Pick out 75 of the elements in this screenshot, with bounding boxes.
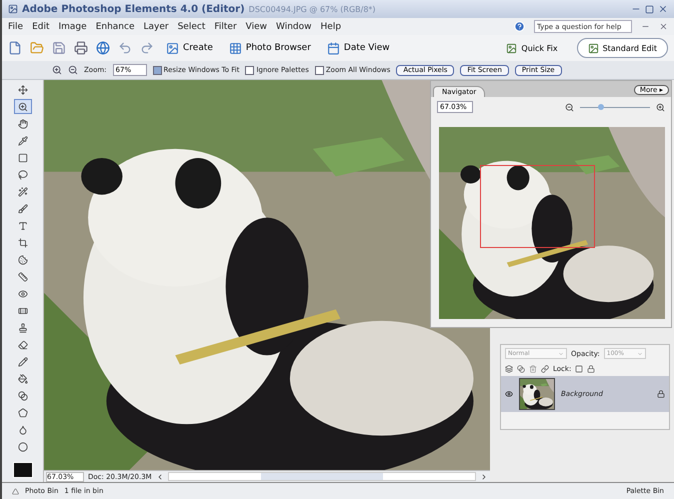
dropdown-icon bbox=[558, 350, 564, 356]
calendar-icon bbox=[326, 42, 340, 54]
lock-checkbox-icon[interactable] bbox=[575, 365, 584, 373]
crop-icon bbox=[18, 238, 28, 248]
circle-icon bbox=[18, 442, 28, 452]
lock-icon bbox=[657, 390, 665, 398]
circles-icon bbox=[18, 390, 28, 400]
ruler-icon bbox=[18, 272, 28, 282]
zoom-out-icon[interactable] bbox=[68, 65, 78, 75]
mode-tab[interactable]: Quick Fix bbox=[495, 38, 569, 58]
eye-icon bbox=[18, 288, 28, 298]
dropdown-icon bbox=[636, 350, 643, 356]
stamp-icon bbox=[18, 322, 28, 332]
paint-bucket-icon bbox=[18, 374, 28, 384]
document-title: DSC00494.JPG @ 67% (RGB/8*) bbox=[248, 4, 376, 14]
lasso-icon bbox=[18, 170, 28, 180]
toolbar-button[interactable]: Date View bbox=[322, 42, 394, 54]
undo-icon[interactable] bbox=[118, 41, 132, 55]
printer-icon[interactable] bbox=[74, 41, 88, 55]
pencil-icon bbox=[18, 356, 28, 366]
mode-tab[interactable]: Standard Edit bbox=[576, 38, 668, 58]
link-icon[interactable] bbox=[541, 365, 549, 373]
window-title: Adobe Photoshop Elements 4.0 (Editor) bbox=[22, 4, 245, 14]
square-icon bbox=[18, 152, 28, 162]
menu-item[interactable]: File bbox=[8, 22, 24, 32]
help-icon[interactable] bbox=[514, 21, 525, 32]
menu-item[interactable]: Layer bbox=[144, 22, 169, 32]
toolbar-button[interactable]: Create bbox=[162, 42, 217, 54]
text-icon bbox=[18, 220, 28, 230]
eyedropper-icon bbox=[18, 136, 28, 146]
menu-item[interactable]: Filter bbox=[214, 22, 237, 32]
zoom-icon bbox=[18, 102, 28, 112]
save-icon[interactable] bbox=[52, 41, 66, 55]
menu-item[interactable]: Enhance bbox=[96, 22, 134, 32]
menu-item[interactable]: View bbox=[246, 22, 268, 32]
zoom-out-icon[interactable] bbox=[565, 102, 574, 112]
zoom-in-icon[interactable] bbox=[52, 65, 62, 75]
droplet-icon bbox=[18, 424, 28, 434]
menu-item[interactable]: Image bbox=[58, 22, 87, 32]
globe-icon[interactable] bbox=[96, 41, 110, 55]
menu-item[interactable]: Help bbox=[320, 22, 342, 32]
scrollbar[interactable] bbox=[168, 472, 476, 481]
zoom-in-icon[interactable] bbox=[656, 102, 665, 112]
cookie-icon bbox=[18, 254, 28, 264]
close-icon[interactable] bbox=[658, 4, 668, 14]
tool-button[interactable] bbox=[14, 99, 32, 114]
expand-icon[interactable] bbox=[12, 488, 19, 494]
lock-icon[interactable] bbox=[587, 365, 596, 373]
app-icon bbox=[8, 4, 18, 14]
menu-item[interactable]: Edit bbox=[32, 22, 50, 32]
scroll-right-icon[interactable] bbox=[480, 472, 488, 480]
menu-item[interactable]: Window bbox=[276, 22, 312, 32]
brush-icon bbox=[18, 204, 28, 214]
hand-icon bbox=[18, 118, 28, 128]
wand-icon bbox=[18, 186, 28, 196]
new-file-icon[interactable] bbox=[8, 41, 22, 55]
menu-item[interactable]: Select bbox=[178, 22, 206, 32]
pentagon-icon bbox=[18, 408, 28, 418]
redo-icon[interactable] bbox=[140, 41, 154, 55]
view-rectangle[interactable] bbox=[480, 165, 595, 248]
move-arrows-icon bbox=[18, 84, 28, 94]
picture-frame-icon bbox=[166, 42, 179, 54]
eraser-icon bbox=[18, 340, 28, 350]
eye-icon[interactable] bbox=[505, 390, 513, 398]
grid-icon bbox=[228, 42, 242, 54]
picture-frame-icon bbox=[506, 42, 518, 54]
bandage-icon bbox=[18, 306, 28, 316]
layers-icon[interactable] bbox=[505, 365, 513, 373]
picture-frame-icon bbox=[588, 42, 599, 54]
toolbar-button[interactable]: Photo Browser bbox=[224, 42, 315, 54]
close-icon[interactable] bbox=[659, 22, 668, 31]
adjustment-icon[interactable] bbox=[517, 365, 525, 373]
color-swatch[interactable] bbox=[12, 462, 32, 478]
maximize-icon[interactable] bbox=[645, 4, 654, 14]
trash-icon[interactable] bbox=[529, 365, 537, 373]
